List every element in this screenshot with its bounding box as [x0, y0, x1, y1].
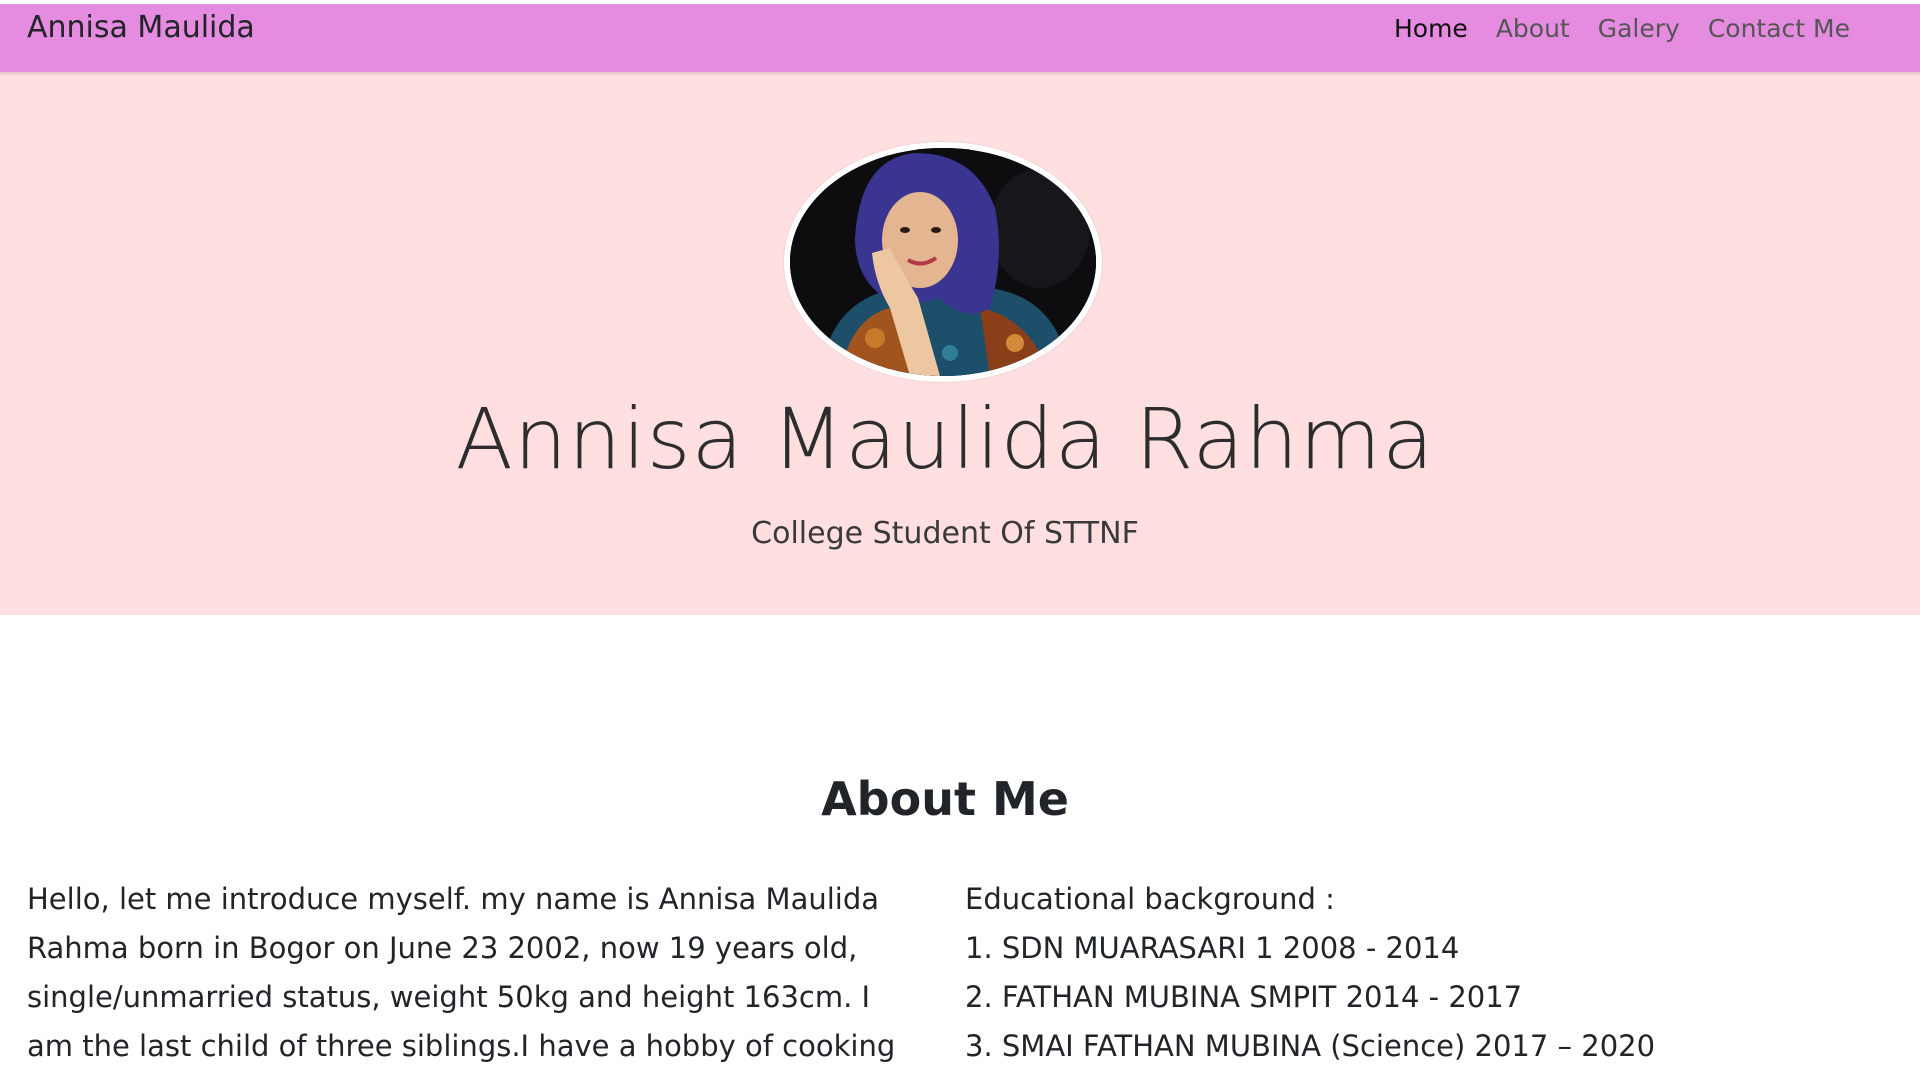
nav-about-link[interactable]: About [1496, 14, 1570, 43]
nav-galery-link[interactable]: Galery [1598, 14, 1680, 43]
nav-menu: Home About Galery Contact Me [1394, 14, 1850, 43]
hero-subtitle: College Student Of STTNF [751, 516, 1139, 551]
education-item: 3. SMAI FATHAN MUBINA (Science) 2017 – 2… [965, 1029, 1656, 1063]
hero-section: Annisa Maulida Rahma College Student Of … [0, 72, 1920, 615]
navbar: Annisa Maulida Home About Galery Contact… [0, 4, 1920, 72]
nav-home-link[interactable]: Home [1394, 14, 1468, 43]
navbar-brand[interactable]: Annisa Maulida [27, 10, 255, 45]
education-item: 2. FATHAN MUBINA SMPIT 2014 - 2017 [965, 980, 1523, 1014]
education-item: 1. SDN MUARASARI 1 2008 - 2014 [965, 931, 1460, 965]
profile-photo [790, 148, 1096, 376]
education-heading: Educational background : [965, 882, 1335, 916]
hero-name: Annisa Maulida Rahma [455, 390, 1435, 488]
about-title: About Me [821, 772, 1069, 826]
education-list: Educational background : 1. SDN MUARASAR… [965, 875, 1865, 1071]
about-intro-text: Hello, let me introduce myself. my name … [27, 882, 896, 1063]
profile-photo-illustration [790, 148, 1096, 376]
nav-contact-link[interactable]: Contact Me [1708, 14, 1850, 43]
profile-avatar [784, 142, 1102, 382]
